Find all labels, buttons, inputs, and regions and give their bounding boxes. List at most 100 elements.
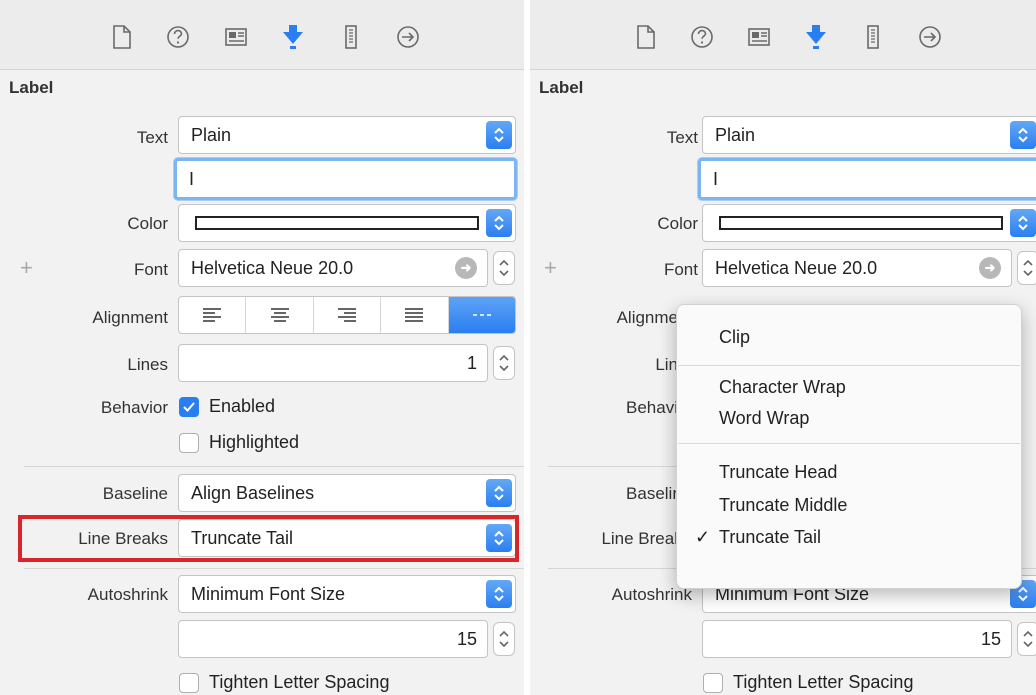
color-popup[interactable] <box>702 204 1036 242</box>
inspector-toolbar <box>530 0 1036 70</box>
autoshrink-label: Autoshrink <box>87 585 168 604</box>
color-swatch <box>195 216 479 230</box>
chevron-updown-icon <box>486 580 512 608</box>
chevron-updown-icon <box>1010 121 1036 149</box>
menu-item-truncate-tail[interactable]: Truncate Tail <box>719 527 821 548</box>
chevron-updown-icon <box>486 479 512 507</box>
attributes-inspector-icon[interactable] <box>276 20 310 54</box>
text-type-popup[interactable]: Plain <box>702 116 1036 154</box>
color-label: Color <box>657 214 698 233</box>
chevron-updown-icon <box>1010 209 1036 237</box>
min-font-size-value: 15 <box>980 628 1001 649</box>
autoshrink-label: Autoshrink <box>611 585 692 604</box>
lines-stepper[interactable] <box>493 346 515 380</box>
tighten-checkbox[interactable]: Tighten Letter Spacing <box>179 672 389 693</box>
text-type-value: Plain <box>715 124 756 145</box>
menu-separator <box>678 443 1020 444</box>
menu-item-character-wrap[interactable]: Character Wrap <box>719 377 846 398</box>
align-center-icon[interactable] <box>246 297 314 333</box>
behavior-label: Behavi <box>626 398 678 417</box>
align-left-icon[interactable] <box>179 297 247 333</box>
section-title: Label <box>9 78 54 97</box>
font-value: Helvetica Neue 20.0 <box>191 257 354 278</box>
connections-inspector-icon[interactable] <box>391 20 425 54</box>
align-justify-icon[interactable] <box>381 297 449 333</box>
min-font-size-value: 15 <box>456 628 477 649</box>
baseline-label: Baselir <box>626 484 678 503</box>
highlighted-checkbox[interactable]: Highlighted <box>179 432 299 453</box>
alignment-label: Alignme <box>616 308 678 327</box>
behavior-label: Behavior <box>100 398 168 417</box>
font-picker-icon[interactable]: ➜ <box>455 257 477 279</box>
baseline-label: Baseline <box>102 484 168 503</box>
min-font-size-stepper[interactable] <box>493 622 515 656</box>
line-breaks-label: Line Breal <box>601 529 678 548</box>
highlight-box <box>18 515 519 562</box>
min-font-size-field[interactable]: 15 <box>702 620 1012 658</box>
baseline-value: Align Baselines <box>191 482 315 503</box>
attributes-inspector-left: Label Text Plain I Color + Font Helvetic… <box>0 0 524 695</box>
divider <box>24 466 524 467</box>
align-right-icon[interactable] <box>314 297 382 333</box>
baseline-popup[interactable]: Align Baselines <box>178 474 516 512</box>
color-label: Color <box>127 214 168 233</box>
tighten-label: Tighten Letter Spacing <box>209 672 390 692</box>
checkmark-icon <box>179 396 199 417</box>
size-inspector-icon[interactable] <box>334 20 368 54</box>
font-size-stepper[interactable] <box>1017 251 1036 285</box>
lines-field[interactable]: 1 <box>178 344 488 382</box>
menu-item-word-wrap[interactable]: Word Wrap <box>719 408 809 429</box>
font-value: Helvetica Neue 20.0 <box>715 257 878 278</box>
autoshrink-value: Minimum Font Size <box>191 583 346 604</box>
connections-inspector-icon[interactable] <box>913 20 947 54</box>
menu-item-truncate-middle[interactable]: Truncate Middle <box>719 495 847 516</box>
text-field[interactable]: I <box>174 158 517 200</box>
divider <box>548 466 678 467</box>
size-inspector-icon[interactable] <box>856 20 890 54</box>
quick-help-icon[interactable] <box>685 20 719 54</box>
highlighted-label: Highlighted <box>209 432 300 452</box>
menu-item-truncate-head[interactable]: Truncate Head <box>719 462 837 483</box>
text-type-value: Plain <box>191 124 232 145</box>
lines-label: Lin <box>655 355 678 374</box>
tighten-checkbox[interactable]: Tighten Letter Spacing <box>703 672 913 693</box>
enabled-checkbox[interactable]: Enabled <box>179 396 275 417</box>
font-field[interactable]: Helvetica Neue 20.0 ➜ <box>178 249 488 287</box>
alignment-label: Alignment <box>92 308 168 327</box>
text-field-value: I <box>189 168 195 189</box>
text-field[interactable]: I <box>698 158 1036 200</box>
tighten-label: Tighten Letter Spacing <box>733 672 914 692</box>
lines-label: Lines <box>127 355 168 374</box>
checkmark-icon: ✓ <box>695 527 711 547</box>
text-field-value: I <box>713 168 719 189</box>
menu-separator <box>678 365 1020 366</box>
chevron-updown-icon <box>486 121 512 149</box>
font-size-stepper[interactable] <box>493 251 515 285</box>
attributes-inspector-icon[interactable] <box>799 20 833 54</box>
align-natural-icon[interactable] <box>448 297 515 333</box>
min-font-size-stepper[interactable] <box>1017 622 1036 656</box>
enabled-label: Enabled <box>209 396 276 416</box>
text-label: Text <box>136 128 168 147</box>
font-label: Font <box>133 260 168 279</box>
menu-item-clip[interactable]: Clip <box>719 327 750 348</box>
autoshrink-popup[interactable]: Minimum Font Size <box>178 575 516 613</box>
text-type-popup[interactable]: Plain <box>178 116 516 154</box>
quick-help-icon[interactable] <box>161 20 195 54</box>
section-title: Label <box>539 78 584 97</box>
color-swatch <box>719 216 1003 230</box>
font-picker-icon[interactable]: ➜ <box>979 257 1001 279</box>
identity-inspector-icon[interactable] <box>742 20 776 54</box>
identity-inspector-icon[interactable] <box>219 20 253 54</box>
font-field[interactable]: Helvetica Neue 20.0 ➜ <box>702 249 1012 287</box>
inspector-toolbar <box>0 0 524 70</box>
divider <box>24 568 524 569</box>
lines-value: 1 <box>466 352 477 373</box>
alignment-segmented-control[interactable] <box>178 296 516 334</box>
min-font-size-field[interactable]: 15 <box>178 620 488 658</box>
file-inspector-icon[interactable] <box>628 20 662 54</box>
text-label: Text <box>666 128 698 147</box>
color-popup[interactable] <box>178 204 516 242</box>
file-inspector-icon[interactable] <box>104 20 138 54</box>
chevron-updown-icon <box>486 209 512 237</box>
